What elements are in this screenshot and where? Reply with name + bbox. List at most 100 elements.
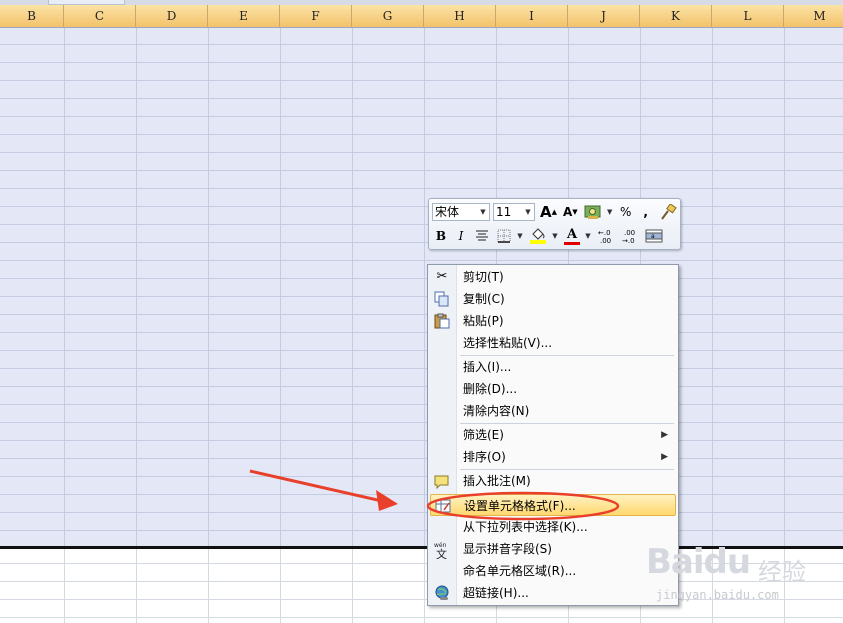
font-name-value: 宋体 [435, 205, 460, 219]
context-menu: ✂ 剪切(T) 复制(C) 粘贴(P) 选择性粘贴(V)... 插入(I)...… [427, 264, 679, 606]
font-name-combo[interactable]: 宋体 ▼ [432, 203, 490, 221]
menu-item-label: 清除内容(N) [463, 404, 530, 418]
decrease-decimal-icon: .00 →.0 [622, 229, 635, 244]
menu-item-copy[interactable]: 复制(C) [430, 288, 676, 310]
chevron-down-icon[interactable]: ▼ [516, 226, 524, 246]
menu-item-paste[interactable]: 粘贴(P) [430, 310, 676, 332]
fill-bucket-icon [530, 228, 546, 244]
align-center-icon [476, 230, 488, 241]
column-header-bar: B C D E F G H I J K L M [0, 5, 843, 28]
paste-icon [434, 313, 450, 329]
menu-item-pick-from-list[interactable]: 从下拉列表中选择(K)... [430, 516, 676, 538]
menu-item-label: 剪切(T) [463, 270, 504, 284]
merge-center-button[interactable]: a [643, 226, 665, 246]
menu-item-label: 设置单元格格式(F)... [464, 499, 576, 513]
column-header-d[interactable]: D [136, 5, 208, 27]
menu-item-label: 复制(C) [463, 292, 505, 306]
chevron-down-icon: ▼ [525, 208, 531, 216]
menu-item-cut[interactable]: ✂ 剪切(T) [430, 266, 676, 288]
font-color-label: A [566, 226, 578, 242]
format-cells-icon [435, 498, 451, 514]
italic-label: I [458, 229, 464, 243]
menu-item-label: 筛选(E) [463, 428, 504, 442]
menu-item-label: 插入(I)... [463, 360, 512, 374]
column-header-k[interactable]: K [640, 5, 712, 27]
menu-item-clear-contents[interactable]: 清除内容(N) [430, 400, 676, 422]
currency-format-button[interactable] [582, 202, 604, 222]
submenu-arrow-icon: ▶ [661, 452, 668, 462]
fill-color-button[interactable] [527, 226, 549, 246]
svg-text:文: 文 [436, 547, 447, 559]
svg-text:→.0: →.0 [622, 237, 635, 244]
watermark: Baidu 经验 jingyan.baidu.com [646, 530, 836, 620]
column-header-b[interactable]: B [0, 5, 64, 27]
menu-item-label: 显示拼音字段(S) [463, 542, 552, 556]
font-color-button[interactable]: A [562, 226, 582, 246]
column-header-m[interactable]: M [784, 5, 843, 27]
menu-item-delete[interactable]: 删除(D)... [430, 378, 676, 400]
borders-button[interactable] [494, 226, 514, 246]
chevron-down-icon[interactable]: ▼ [584, 226, 592, 246]
menu-item-label: 超链接(H)... [463, 586, 529, 600]
selected-cell-range[interactable] [0, 28, 843, 546]
watermark-url: jingyan.baidu.com [656, 588, 779, 602]
bold-button[interactable]: B [432, 226, 450, 246]
font-size-combo[interactable]: 11 ▼ [493, 203, 535, 221]
menu-item-filter[interactable]: 筛选(E) ▶ [430, 424, 676, 446]
menu-item-define-name[interactable]: 命名单元格区域(R)... [430, 560, 676, 582]
merge-center-icon: a [645, 229, 663, 243]
comma-label: , [643, 205, 648, 219]
copy-icon [434, 291, 450, 307]
menu-item-insert[interactable]: 插入(I)... [430, 356, 676, 378]
svg-text:.00: .00 [600, 237, 611, 244]
column-header-c[interactable]: C [64, 5, 136, 27]
borders-icon [497, 229, 511, 243]
menu-item-show-phonetic[interactable]: wén 文 显示拼音字段(S) [430, 538, 676, 561]
column-header-g[interactable]: G [352, 5, 424, 27]
column-header-e[interactable]: E [208, 5, 280, 27]
submenu-arrow-icon: ▶ [661, 430, 668, 440]
column-header-h[interactable]: H [424, 5, 496, 27]
menu-item-label: 删除(D)... [463, 382, 518, 396]
caret-up-icon: ▲ [551, 208, 557, 216]
menu-item-label: 选择性粘贴(V)... [463, 336, 553, 350]
percent-label: % [619, 205, 632, 219]
increase-decimal-button[interactable]: ←.0 .00 [595, 226, 617, 246]
chevron-down-icon[interactable]: ▼ [551, 226, 559, 246]
svg-text:.00: .00 [624, 229, 635, 237]
menu-item-sort[interactable]: 排序(O) ▶ [430, 446, 676, 468]
column-header-f[interactable]: F [280, 5, 352, 27]
grow-font-label: A [540, 203, 552, 221]
menu-item-label: 粘贴(P) [463, 314, 504, 328]
watermark-sub: 经验 [758, 558, 806, 586]
menu-item-label: 排序(O) [463, 450, 506, 464]
grow-font-button[interactable]: A ▲ [538, 202, 559, 222]
watermark-logo: Baidu [646, 542, 751, 582]
italic-button[interactable]: I [452, 226, 470, 246]
menu-item-format-cells[interactable]: 设置单元格格式(F)... [430, 494, 676, 516]
column-header-j[interactable]: J [568, 5, 640, 27]
increase-decimal-icon: ←.0 .00 [598, 229, 611, 244]
column-header-l[interactable]: L [712, 5, 784, 27]
percent-style-button[interactable]: % [617, 202, 635, 222]
format-painter-button[interactable] [657, 202, 679, 222]
menu-item-insert-comment[interactable]: 插入批注(M) [430, 470, 676, 492]
menu-item-label: 插入批注(M) [463, 474, 531, 488]
comma-style-button[interactable]: , [637, 202, 655, 222]
caret-down-icon: ▼ [572, 208, 578, 216]
chevron-down-icon: ▼ [480, 208, 486, 216]
menu-item-hyperlink[interactable]: 超链接(H)... [430, 582, 676, 604]
chevron-down-icon[interactable]: ▼ [606, 202, 614, 222]
menu-item-paste-special[interactable]: 选择性粘贴(V)... [430, 332, 676, 354]
column-header-i[interactable]: I [496, 5, 568, 27]
svg-text:←.0: ←.0 [598, 229, 611, 237]
fill-color-swatch [530, 240, 546, 244]
center-align-button[interactable] [472, 226, 492, 246]
font-color-swatch [564, 241, 580, 245]
shrink-font-button[interactable]: A ▼ [561, 202, 580, 222]
svg-text:a: a [651, 233, 655, 240]
scissors-icon: ✂ [436, 269, 448, 284]
bold-label: B [435, 229, 447, 243]
decrease-decimal-button[interactable]: .00 →.0 [619, 226, 641, 246]
currency-icon [584, 205, 601, 219]
